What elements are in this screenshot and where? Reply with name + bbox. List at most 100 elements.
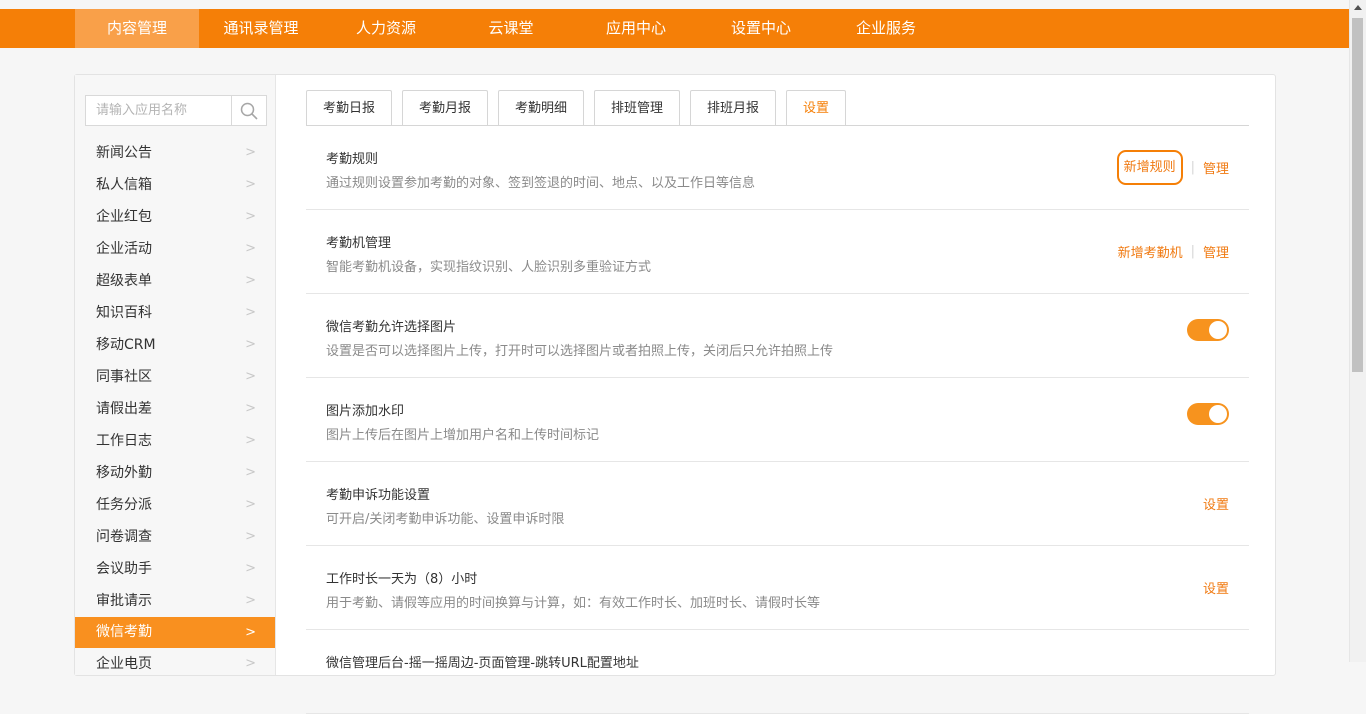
setting-shake-url: 微信管理后台-摇一摇周边-页面管理-跳转URL配置地址 <box>306 630 1249 714</box>
chevron-right-icon: > <box>245 625 256 640</box>
setting-attendance-machine: 考勤机管理 智能考勤机设备，实现指纹识别、人脸识别多重验证方式 新增考勤机 | … <box>306 210 1249 294</box>
setting-title: 图片添加水印 <box>326 404 405 419</box>
scroll-up-arrow-icon[interactable] <box>1354 5 1362 10</box>
sidebar-item-approval[interactable]: 审批请示 > <box>75 585 275 617</box>
setting-description: 可开启/关闭考勤申诉功能、设置申诉时限 <box>326 512 565 527</box>
sidebar-item-label: 请假出差 <box>96 401 152 417</box>
sidebar-item-news[interactable]: 新闻公告 > <box>75 137 275 169</box>
sidebar-item-label: 企业活动 <box>96 241 152 257</box>
sidebar-item-super-form[interactable]: 超级表单 > <box>75 265 275 297</box>
action-separator: | <box>1190 160 1195 175</box>
sidebar-item-task-assign[interactable]: 任务分派 > <box>75 489 275 521</box>
toggle-knob <box>1209 405 1227 423</box>
manage-machines-link[interactable]: 管理 <box>1203 242 1229 261</box>
sidebar-item-activities[interactable]: 企业活动 > <box>75 233 275 265</box>
tab-shift-monthly[interactable]: 排班月报 <box>690 90 776 126</box>
setting-wechat-photo: 微信考勤允许选择图片 设置是否可以选择图片上传，打开时可以选择图片或者拍照上传，… <box>306 294 1249 378</box>
app-search-input[interactable] <box>86 96 240 125</box>
sidebar: 新闻公告 > 私人信箱 > 企业红包 > 企业活动 > 超级表单 > 知识百科 > 移动CR… <box>75 75 276 675</box>
sidebar-item-wechat-attendance[interactable]: 微信考勤 > <box>75 617 275 648</box>
sidebar-item-label: 同事社区 <box>96 369 152 385</box>
setting-actions: 设置 <box>1203 546 1229 629</box>
sidebar-item-label: 新闻公告 <box>96 145 152 161</box>
sidebar-item-enterprise-page[interactable]: 企业电页 > <box>75 648 275 680</box>
sidebar-item-field-work[interactable]: 移动外勤 > <box>75 457 275 489</box>
setting-appeal: 考勤申诉功能设置 可开启/关闭考勤申诉功能、设置申诉时限 设置 <box>306 462 1249 546</box>
sidebar-item-meeting[interactable]: 会议助手 > <box>75 553 275 585</box>
sidebar-item-work-log[interactable]: 工作日志 > <box>75 425 275 457</box>
top-navigation-bar: 内容管理 通讯录管理 人力资源 云课堂 应用中心 设置中心 企业服务 <box>0 9 1350 48</box>
chevron-right-icon: > <box>245 593 256 608</box>
sidebar-item-wiki[interactable]: 知识百科 > <box>75 297 275 329</box>
sidebar-item-label: 知识百科 <box>96 305 152 321</box>
sidebar-item-mobile-crm[interactable]: 移动CRM > <box>75 329 275 361</box>
sidebar-item-label: 企业电页 <box>96 656 152 672</box>
tab-daily-report[interactable]: 考勤日报 <box>306 90 392 126</box>
chevron-right-icon: > <box>245 337 256 352</box>
wechat-photo-toggle[interactable] <box>1187 319 1229 341</box>
sidebar-item-label: 微信考勤 <box>96 624 152 640</box>
top-nav: 内容管理 通讯录管理 人力资源 云课堂 应用中心 设置中心 企业服务 <box>75 9 949 48</box>
sidebar-item-label: 移动CRM <box>96 337 156 353</box>
work-hours-settings-link[interactable]: 设置 <box>1203 578 1229 597</box>
chevron-right-icon: > <box>245 369 256 384</box>
sidebar-item-red-packet[interactable]: 企业红包 > <box>75 201 275 233</box>
tab-settings[interactable]: 设置 <box>786 90 846 126</box>
appeal-settings-link[interactable]: 设置 <box>1203 494 1229 513</box>
scrollbar-thumb[interactable] <box>1352 18 1363 372</box>
nav-settings-center[interactable]: 设置中心 <box>699 9 823 48</box>
setting-attendance-rules: 考勤规则 通过规则设置参加考勤的对象、签到签退的时间、地点、以及工作日等信息 新… <box>306 126 1249 210</box>
main-panel: 新闻公告 > 私人信箱 > 企业红包 > 企业活动 > 超级表单 > 知识百科 > 移动CR… <box>74 74 1276 714</box>
chevron-right-icon: > <box>245 497 256 512</box>
sidebar-item-label: 私人信箱 <box>96 177 152 193</box>
tab-monthly-report[interactable]: 考勤月报 <box>402 90 488 126</box>
sidebar-item-survey[interactable]: 问卷调查 > <box>75 521 275 553</box>
manage-rules-link[interactable]: 管理 <box>1203 158 1229 177</box>
sidebar-item-label: 审批请示 <box>96 593 152 609</box>
nav-enterprise-services[interactable]: 企业服务 <box>823 9 949 48</box>
tab-attendance-details[interactable]: 考勤明细 <box>498 90 584 126</box>
add-rule-link[interactable]: 新增规则 <box>1116 150 1183 185</box>
setting-title: 微信考勤允许选择图片 <box>326 320 457 335</box>
chevron-right-icon: > <box>245 656 256 671</box>
setting-actions: 新增考勤机 | 管理 <box>1118 210 1229 293</box>
nav-content-management[interactable]: 内容管理 <box>75 9 199 48</box>
sidebar-item-label: 移动外勤 <box>96 465 152 481</box>
sidebar-item-label: 超级表单 <box>96 273 152 289</box>
chevron-right-icon: > <box>245 145 256 160</box>
setting-actions: 设置 <box>1203 462 1229 545</box>
nav-cloud-classroom[interactable]: 云课堂 <box>449 9 573 48</box>
chevron-right-icon: > <box>245 561 256 576</box>
setting-work-hours: 工作时长一天为（8）小时 用于考勤、请假等应用的时间换算与计算，如：有效工作时长… <box>306 546 1249 630</box>
chevron-right-icon: > <box>245 305 256 320</box>
setting-actions: 新增规则 | 管理 <box>1116 126 1229 209</box>
sidebar-item-label: 企业红包 <box>96 209 152 225</box>
chevron-right-icon: > <box>245 401 256 416</box>
vertical-scrollbar[interactable] <box>1349 0 1366 662</box>
app-menu: 新闻公告 > 私人信箱 > 企业红包 > 企业活动 > 超级表单 > 知识百科 > 移动CR… <box>75 137 275 680</box>
attendance-tabs: 考勤日报 考勤月报 考勤明细 排班管理 排班月报 设置 <box>306 90 856 126</box>
nav-contacts-management[interactable]: 通讯录管理 <box>199 9 323 48</box>
chevron-right-icon: > <box>245 433 256 448</box>
setting-description: 智能考勤机设备，实现指纹识别、人脸识别多重验证方式 <box>326 260 652 275</box>
watermark-toggle[interactable] <box>1187 403 1229 425</box>
sidebar-item-private-mailbox[interactable]: 私人信箱 > <box>75 169 275 201</box>
sidebar-item-community[interactable]: 同事社区 > <box>75 361 275 393</box>
sidebar-item-label: 问卷调查 <box>96 529 152 545</box>
sidebar-item-leave-trip[interactable]: 请假出差 > <box>75 393 275 425</box>
chevron-right-icon: > <box>245 465 256 480</box>
sidebar-item-label: 会议助手 <box>96 561 152 577</box>
sidebar-item-label: 工作日志 <box>96 433 152 449</box>
setting-description: 图片上传后在图片上增加用户名和上传时间标记 <box>326 428 600 443</box>
chevron-right-icon: > <box>245 241 256 256</box>
app-search-box <box>85 95 267 126</box>
nav-app-center[interactable]: 应用中心 <box>573 9 699 48</box>
add-machine-link[interactable]: 新增考勤机 <box>1118 242 1183 261</box>
setting-description: 设置是否可以选择图片上传，打开时可以选择图片或者拍照上传，关闭后只允许拍照上传 <box>326 344 834 359</box>
chevron-right-icon: > <box>245 529 256 544</box>
tab-shift-management[interactable]: 排班管理 <box>594 90 680 126</box>
nav-human-resources[interactable]: 人力资源 <box>323 9 449 48</box>
search-button[interactable] <box>231 96 266 125</box>
setting-title: 考勤规则 <box>326 152 379 167</box>
setting-description: 用于考勤、请假等应用的时间换算与计算，如：有效工作时长、加班时长、请假时长等 <box>326 596 821 611</box>
